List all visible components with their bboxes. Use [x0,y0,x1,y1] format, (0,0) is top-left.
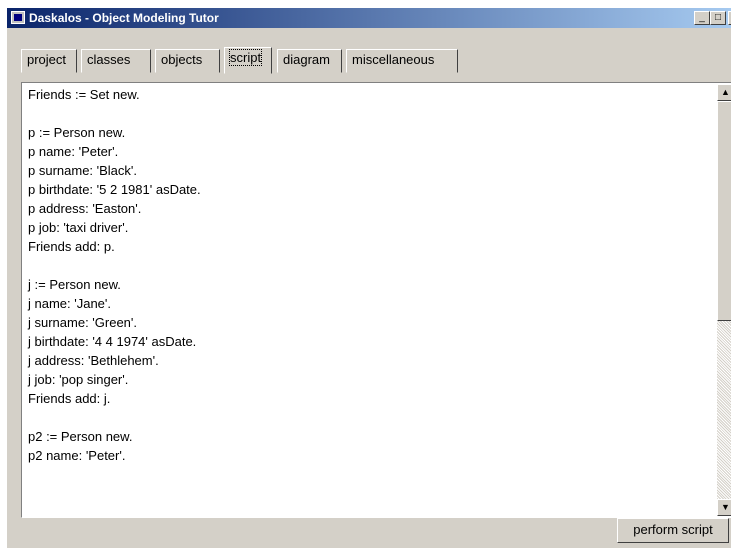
script-line: j job: 'pop singer'. [28,372,129,387]
script-line: j birthdate: '4 4 1974' asDate. [28,334,197,349]
tab-label: classes [87,52,131,67]
tab-classes[interactable]: classes [81,49,151,73]
script-line: j address: 'Bethlehem'. [28,353,159,368]
script-line: j name: 'Jane'. [28,296,112,311]
tab-miscellaneous[interactable]: miscellaneous [346,49,458,73]
tab-label: diagram [283,52,330,67]
script-line: p surname: 'Black'. [28,163,138,178]
script-line: p2 name: 'Peter'. [28,448,126,463]
tab-script[interactable]: script [224,47,272,74]
script-editor[interactable]: Friends := Set new. p := Person new. p n… [24,85,715,515]
script-line: p := Person new. [28,125,126,140]
script-line: p2 := Person new. [28,429,133,444]
tab-objects[interactable]: objects [155,49,220,73]
script-line: Friends add: p. [28,239,115,254]
script-line [24,408,715,427]
script-line [24,104,715,123]
app-icon [11,11,25,24]
script-line: j := Person new. [28,277,121,292]
minimize-button[interactable]: _ [694,11,710,25]
app-window: Daskalos - Object Modeling Tutor _ □ × p… [7,8,731,548]
script-line: p address: 'Easton'. [28,201,142,216]
tab-project[interactable]: project [21,49,77,73]
script-line: p job: 'taxi driver'. [28,220,129,235]
scroll-up-icon[interactable]: ▲ [717,84,731,101]
script-line: Friends add: j. [28,391,111,406]
script-line: Friends := Set new. [28,87,140,102]
window-title: Daskalos - Object Modeling Tutor [29,11,219,25]
perform-script-button[interactable]: perform script [617,518,729,543]
vertical-scrollbar[interactable]: ▲ ▼ [717,84,731,516]
tab-diagram[interactable]: diagram [277,49,342,73]
tab-label: script [228,49,263,66]
tab-label: project [27,52,67,67]
script-line: p birthdate: '5 2 1981' asDate. [28,182,201,197]
title-bar: Daskalos - Object Modeling Tutor _ □ × [7,8,731,28]
script-line: j surname: 'Green'. [28,315,138,330]
scroll-down-icon[interactable]: ▼ [717,499,731,516]
tab-label: objects [161,52,203,67]
script-line: p name: 'Peter'. [28,144,119,159]
scrollbar-thumb[interactable] [717,101,731,321]
tab-label: miscellaneous [352,52,435,67]
maximize-button[interactable]: □ [710,11,726,25]
script-line [24,256,715,275]
script-panel: Friends := Set new. p := Person new. p n… [21,82,731,518]
